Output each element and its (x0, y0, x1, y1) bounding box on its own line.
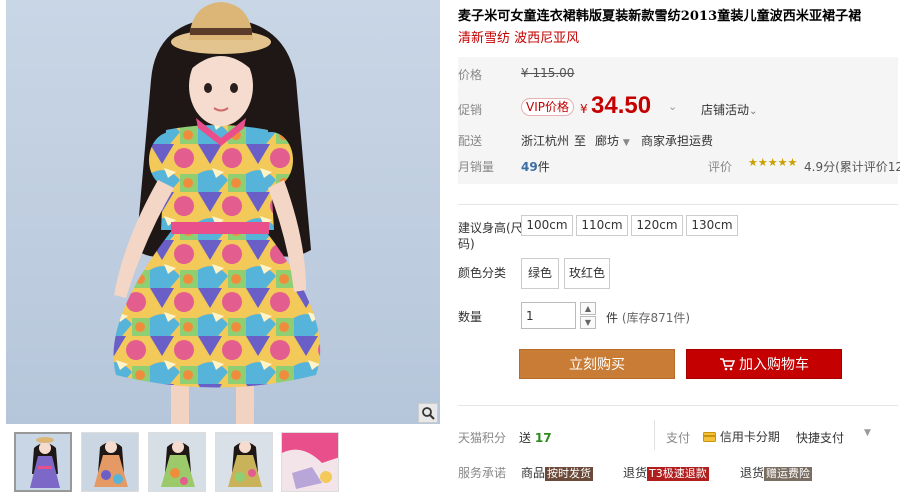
payment-label: 支付 (666, 431, 691, 445)
size-option-4[interactable]: 130cm (686, 215, 738, 236)
size-option-3[interactable]: 120cm (631, 215, 683, 236)
shipping-destination-select[interactable]: 廊坊 ▼ (595, 132, 630, 149)
store-activity-label: 店铺活动 (701, 103, 750, 117)
product-photo (6, 0, 440, 424)
points-label: 天猫积分 (458, 431, 507, 445)
shipping-label: 配送 (458, 134, 483, 148)
service-item-1[interactable]: 商品 按时发货 (521, 464, 594, 481)
currency-symbol: ¥ (580, 102, 588, 116)
vip-price-tag: VIP价格 (521, 98, 574, 116)
star-rating-icon: ★★★★★ (748, 156, 798, 169)
divider (458, 204, 898, 205)
caret-down-icon: ▼ (622, 138, 630, 148)
color-option-rose[interactable]: 玫红色 (564, 258, 610, 289)
add-to-cart-label: 加入购物车 (739, 357, 809, 373)
magnifier-icon (422, 407, 435, 420)
service-2-prefix: 退货 (623, 466, 648, 480)
add-to-cart-button[interactable]: 加入购物车 (686, 349, 842, 379)
caret-down-icon[interactable]: ▼ (864, 428, 871, 438)
size-label: 建议身高(尺码) (458, 221, 523, 251)
original-price: ¥ 115.00 (521, 66, 575, 80)
monthly-sales-label: 月销量 (458, 160, 495, 174)
zoom-button[interactable] (418, 403, 438, 423)
color-option-green[interactable]: 绿色 (521, 258, 559, 289)
thumbnail-5[interactable] (281, 432, 339, 492)
product-subtitle: 清新雪纺 波西尼亚风 (458, 31, 580, 46)
monthly-sales-count: 49 (521, 160, 538, 174)
credit-installment-label: 信用卡分期 (719, 430, 780, 444)
shipping-to-word: 至 (574, 134, 587, 148)
store-activity-dropdown[interactable]: 店铺活动⌄ (701, 101, 757, 118)
service-1-prefix: 商品 (521, 466, 546, 480)
points-prefix: 送 (519, 431, 532, 445)
color-label: 颜色分类 (458, 266, 507, 280)
quantity-input[interactable] (521, 302, 576, 329)
credit-installment-link[interactable]: 信用卡分期 (703, 428, 780, 445)
quantity-increase-icon[interactable]: ▲ (580, 302, 596, 315)
price-label: 价格 (458, 68, 483, 82)
thumbnail-1[interactable] (14, 432, 72, 492)
product-info-panel: 麦子米可女童连衣裙韩版夏装新款雪纺2013童装儿童波西米亚裙子裙 清新雪纺 波西… (458, 0, 900, 501)
main-product-image[interactable] (6, 0, 440, 424)
fast-refund-badge: T3极速退款 (647, 467, 709, 481)
on-time-ship-badge: 按时发货 (545, 467, 594, 481)
service-item-2[interactable]: 退货 T3极速退款 (623, 464, 709, 481)
chevron-down-icon[interactable]: ⌄ (668, 100, 677, 113)
service-label: 服务承诺 (458, 466, 507, 480)
cart-icon (720, 358, 736, 371)
quick-pay-link[interactable]: 快捷支付 (796, 429, 844, 446)
monthly-sales-unit: 件 (537, 160, 550, 174)
shipping-fee: 商家承担运费 (641, 134, 714, 148)
quantity-unit: 件 (606, 311, 619, 325)
promo-label: 促销 (458, 103, 483, 117)
service-3-prefix: 退货 (740, 466, 765, 480)
points-value: 17 (534, 431, 552, 445)
rating-link[interactable]: 4.9分(累计评价12 (804, 158, 900, 175)
service-item-3[interactable]: 退货 赠运费险 (740, 464, 813, 481)
buy-now-button[interactable]: 立刻购买 (519, 349, 675, 379)
divider (458, 405, 898, 406)
thumbnail-3[interactable] (148, 432, 206, 492)
rating-label: 评价 (708, 160, 733, 174)
current-price: 34.50 (591, 92, 652, 119)
divider (654, 420, 655, 450)
shipping-insurance-badge: 赠运费险 (764, 467, 813, 481)
quantity-label: 数量 (458, 310, 483, 324)
shipping-destination: 廊坊 (595, 134, 620, 148)
shipping-from: 浙江杭州 (521, 134, 570, 148)
quantity-decrease-icon[interactable]: ▼ (580, 316, 596, 329)
thumbnail-2[interactable] (81, 432, 139, 492)
credit-card-icon (703, 432, 716, 442)
chevron-down-icon: ⌄ (749, 106, 758, 117)
thumbnail-4[interactable] (215, 432, 273, 492)
size-option-2[interactable]: 110cm (576, 215, 628, 236)
product-title: 麦子米可女童连衣裙韩版夏装新款雪纺2013童装儿童波西米亚裙子裙 (458, 9, 862, 24)
stock-count: (库存871件) (621, 311, 691, 325)
size-option-1[interactable]: 100cm (521, 215, 573, 236)
